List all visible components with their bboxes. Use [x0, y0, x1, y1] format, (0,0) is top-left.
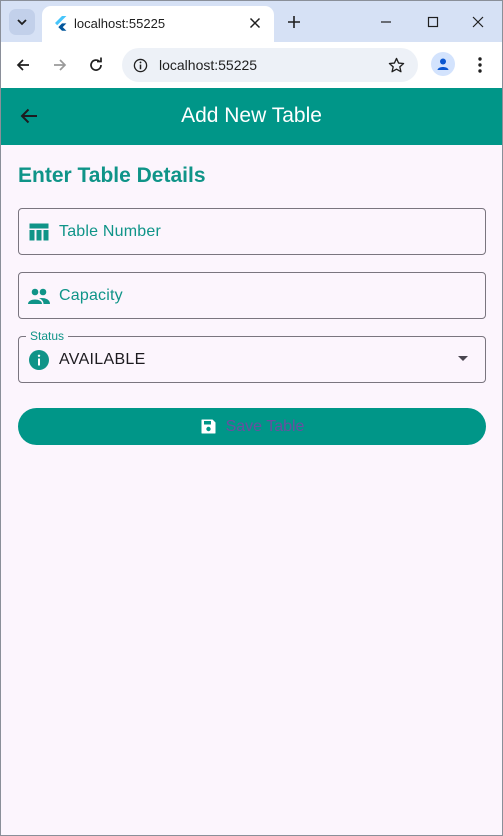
people-icon [28, 285, 50, 307]
arrow-left-icon [16, 59, 29, 71]
save-table-label: Save Table [225, 417, 305, 435]
capacity-field[interactable]: Capacity [18, 272, 486, 319]
section-title: Enter Table Details [18, 164, 206, 187]
maximize-button[interactable] [422, 11, 444, 33]
close-icon [472, 16, 484, 28]
browser-toolbar: localhost:55225 [1, 42, 502, 88]
browser-tab[interactable]: localhost:55225 [42, 6, 274, 42]
save-table-button[interactable]: Save Table [18, 408, 486, 445]
reload-icon [90, 57, 102, 71]
app-page: Add New Table Enter Table Details Table … [1, 88, 502, 835]
forward-button[interactable] [48, 53, 72, 77]
close-icon [249, 17, 261, 29]
dropdown-arrow-icon [458, 356, 468, 361]
url-text: localhost:55225 [159, 57, 258, 73]
table-number-field[interactable]: Table Number [18, 208, 486, 255]
status-value: AVAILABLE [59, 351, 146, 368]
save-icon [200, 418, 218, 436]
tab-close-button[interactable] [246, 14, 264, 32]
star-icon [388, 57, 404, 72]
bookmark-button[interactable] [386, 55, 406, 75]
reload-button[interactable] [84, 53, 108, 77]
capacity-label: Capacity [59, 287, 123, 304]
flutter-icon [55, 16, 67, 31]
page-title: Add New Table [181, 104, 322, 127]
profile-button[interactable] [431, 52, 455, 76]
tab-search-button[interactable] [9, 9, 35, 35]
table-icon [28, 221, 50, 243]
browser-menu-button[interactable] [469, 53, 491, 77]
more-vert-icon [478, 57, 482, 73]
tab-strip: localhost:55225 [1, 1, 502, 42]
table-number-label: Table Number [59, 223, 162, 240]
window-close-button[interactable] [467, 11, 489, 33]
info-icon [28, 349, 50, 371]
plus-icon [288, 16, 300, 28]
minimize-button[interactable] [375, 11, 397, 33]
new-tab-button[interactable] [283, 11, 305, 33]
address-bar[interactable]: localhost:55225 [122, 48, 418, 82]
back-button[interactable] [11, 53, 35, 77]
app-bar: Add New Table [1, 88, 502, 145]
maximize-icon [427, 16, 439, 28]
avatar-icon [437, 58, 449, 70]
tab-title: localhost:55225 [74, 16, 166, 31]
chevron-down-icon [17, 19, 27, 26]
status-dropdown[interactable]: Status AVAILABLE [18, 329, 486, 383]
status-label: Status [26, 329, 69, 343]
site-info-button[interactable] [130, 55, 150, 75]
arrow-right-icon [54, 59, 67, 71]
browser-window: localhost:55225 localhost:55225 Add New … [0, 0, 503, 836]
info-outline-icon [133, 58, 147, 72]
minimize-icon [381, 21, 391, 23]
